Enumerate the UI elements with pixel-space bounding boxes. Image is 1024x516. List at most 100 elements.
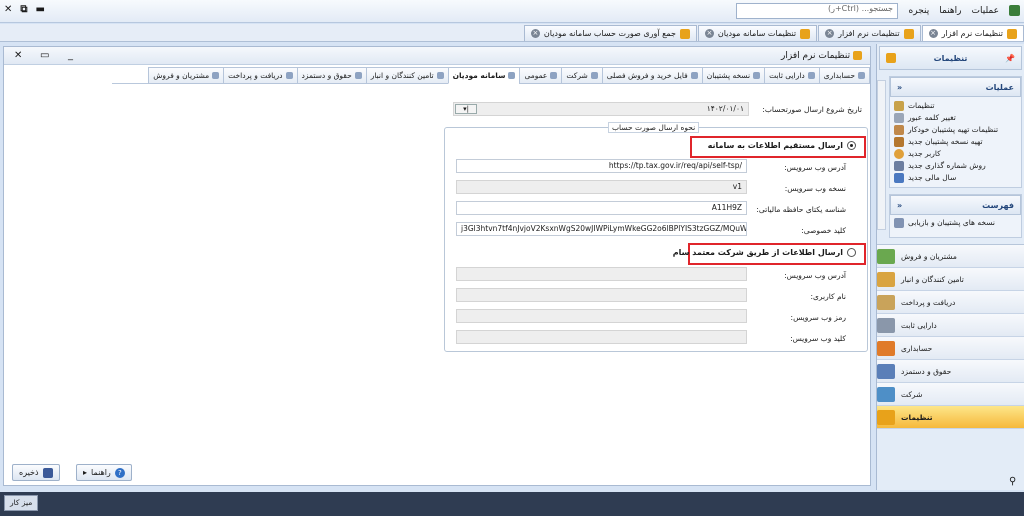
doc-tab-software-settings-2[interactable]: تنظیمات نرم افزار × [818,25,921,41]
subtab-receive-pay[interactable]: دریافت و پرداخت [223,67,298,84]
op-new-backup[interactable]: تهیه نسخه پشتیبان جدید [890,136,1021,148]
send-method-group-title: نحوه ارسال صورت حساب [608,122,700,133]
subtab-customers-sales[interactable]: مشتریان و فروش [148,67,225,84]
close-tab-icon[interactable]: × [825,29,835,38]
date-picker-button[interactable]: ▾| [455,104,477,114]
nav-payroll[interactable]: حقوق و دستمزد [877,360,1024,383]
user-icon [894,149,904,159]
tab-icon [285,72,293,79]
nav-customers-sales[interactable]: مشتریان و فروش [877,245,1024,268]
nav-settings[interactable]: تنظیمات [877,406,1024,429]
direct-send-radio-row[interactable]: ارسال مستقیم اطلاعات به سامانه [708,141,856,150]
backup-list-icon [894,218,904,228]
settings-icon [877,409,895,425]
subtab-fixed-assets[interactable]: دارایی ثابت [764,67,820,84]
username-field[interactable] [456,288,747,302]
private-key-field[interactable]: j3Gl3htvn7tf4nJvjoV2KsxnWgS20wJIWPiLymWk… [456,222,747,236]
company-icon [877,386,895,402]
subtab-company[interactable]: شرکت [561,67,603,84]
trusted-send-radio[interactable] [847,248,856,257]
nav-company[interactable]: شرکت [877,383,1024,406]
subtab-seasonal-file[interactable]: فایل خرید و فروش فصلی [601,67,703,84]
more-options-icon[interactable]: ⚲ [1009,476,1016,487]
direct-send-radio[interactable] [847,141,856,150]
minimize-icon[interactable]: ▬ [36,4,45,15]
list-item-backups[interactable]: نسخه های پشتیبان و بازیابی [890,215,1021,229]
dropdown-arrow-icon: ▸ [83,468,88,477]
nav-suppliers-warehouse[interactable]: تامین کنندگان و انبار [877,268,1024,291]
close-tab-icon[interactable]: × [530,29,540,38]
trusted-service-url-field[interactable] [456,267,747,281]
menu-help[interactable]: راهنما [939,6,961,16]
op-change-password[interactable]: تغییر کلمه عبور [890,112,1021,124]
op-new-numbering[interactable]: روش شماره گذاری جدید [890,160,1021,172]
service-password-field[interactable] [456,309,747,323]
memory-id-label: شناسه یکتای حافظه مالیاتی: [756,205,846,214]
service-version-field[interactable]: v1 [456,180,747,194]
service-key-field[interactable] [456,330,747,344]
subtab-payroll[interactable]: حقوق و دستمزد [296,67,367,84]
op-new-fiscal-year[interactable]: سال مالی جدید [890,172,1021,184]
memory-id-field[interactable]: A11H9Z [456,201,747,215]
op-settings[interactable]: تنظیمات [890,100,1021,112]
collapse-icon[interactable]: » [897,201,902,210]
tab-icon [807,72,815,79]
settings-panel: تنظیمات نرم افزار ✕ ▭ _ حسابداری دارایی … [3,46,871,486]
trusted-send-label: ارسال اطلاعات از طریق شرکت معتمد سام [672,248,843,257]
list-header[interactable]: فهرست » [890,195,1021,215]
settings-icon [679,28,690,39]
op-auto-backup-settings[interactable]: تنظیمات تهیه پشتیبان خودکار [890,124,1021,136]
service-password-label: رمز وب سرویس: [790,313,846,322]
help-button[interactable]: ? راهنما ▸ [76,464,132,481]
app-logo-icon [1009,5,1020,16]
status-bar: میز کار [0,492,1024,516]
subtab-general[interactable]: عمومی [519,67,563,84]
subtab-taxpayer-system[interactable]: سامانه مودیان [447,67,521,84]
operations-section: عملیات » تنظیمات تغییر کلمه عبور تنظیمات… [889,76,1022,188]
start-date-field[interactable]: ۱۴۰۲/۰۱/۰۱ [453,102,749,116]
subtab-backup[interactable]: نسخه پشتیبان [701,67,766,84]
search-input[interactable]: جستجو... (Ctrl+ر) [736,3,898,19]
minimize-icon[interactable]: _ [68,50,73,61]
tab-icon [212,72,220,79]
service-url-label: آدرس وب سرویس: [784,163,846,172]
sidebar: 📌 تنظیمات عملیات » تنظیمات تغییر کلمه عب… [876,44,1024,490]
document-tabs: تنظیمات نرم افزار × تنظیمات نرم افزار × … [0,24,1024,42]
pin-icon[interactable]: 📌 [1005,54,1015,63]
service-url-field[interactable]: https://tp.tax.gov.ir/req/api/self-tsp/ [456,159,747,173]
subtab-accounting[interactable]: حسابداری [818,67,870,84]
settings-icon [903,28,914,39]
desktop-button[interactable]: میز کار [4,495,39,511]
menu-window[interactable]: پنجره [909,6,930,16]
close-icon[interactable]: ✕ [4,4,12,15]
settings-icon [894,101,904,111]
settings-icon [886,53,896,63]
settings-subtabs: حسابداری دارایی ثابت نسخه پشتیبان فایل خ… [112,67,870,84]
restore-icon[interactable]: ⧉ [20,4,27,15]
settings-icon [1007,28,1017,39]
close-tab-icon[interactable]: × [928,29,938,38]
save-button[interactable]: ذخیره [12,464,60,481]
restore-icon[interactable]: ▭ [40,50,49,61]
trusted-send-radio-row[interactable]: ارسال اطلاعات از طریق شرکت معتمد سام [673,248,856,257]
sidebar-scrollbar[interactable] [877,80,886,230]
payroll-icon [877,363,895,379]
doc-tab-taxpayer-system-settings[interactable]: تنظیمات سامانه مودیان × [697,25,818,41]
doc-tab-software-settings[interactable]: تنظیمات نرم افزار × [921,25,1024,41]
backup-icon [894,125,904,135]
tab-icon [508,72,516,79]
nav-receive-pay[interactable]: دریافت و پرداخت [877,291,1024,314]
doc-tab-invoice-collection[interactable]: جمع آوری صورت حساب سامانه مودیان × [523,25,697,41]
close-icon[interactable]: ✕ [14,50,22,61]
menu-operations[interactable]: عملیات [972,6,999,16]
nav-fixed-assets[interactable]: دارایی ثابت [877,314,1024,337]
collapse-icon[interactable]: » [897,83,902,92]
subtab-suppliers-warehouse[interactable]: تامین کنندگان و انبار [365,67,449,84]
top-menu-bar: ✕ ⧉ ▬ جستجو... (Ctrl+ر) عملیات راهنما پن… [0,0,1024,23]
tab-icon [590,72,598,79]
operations-header[interactable]: عملیات » [890,77,1021,97]
private-key-label: کلید خصوصی: [801,226,846,235]
close-tab-icon[interactable]: × [704,29,714,38]
op-new-user[interactable]: کاربر جدید [890,148,1021,160]
nav-accounting[interactable]: حسابداری [877,337,1024,360]
